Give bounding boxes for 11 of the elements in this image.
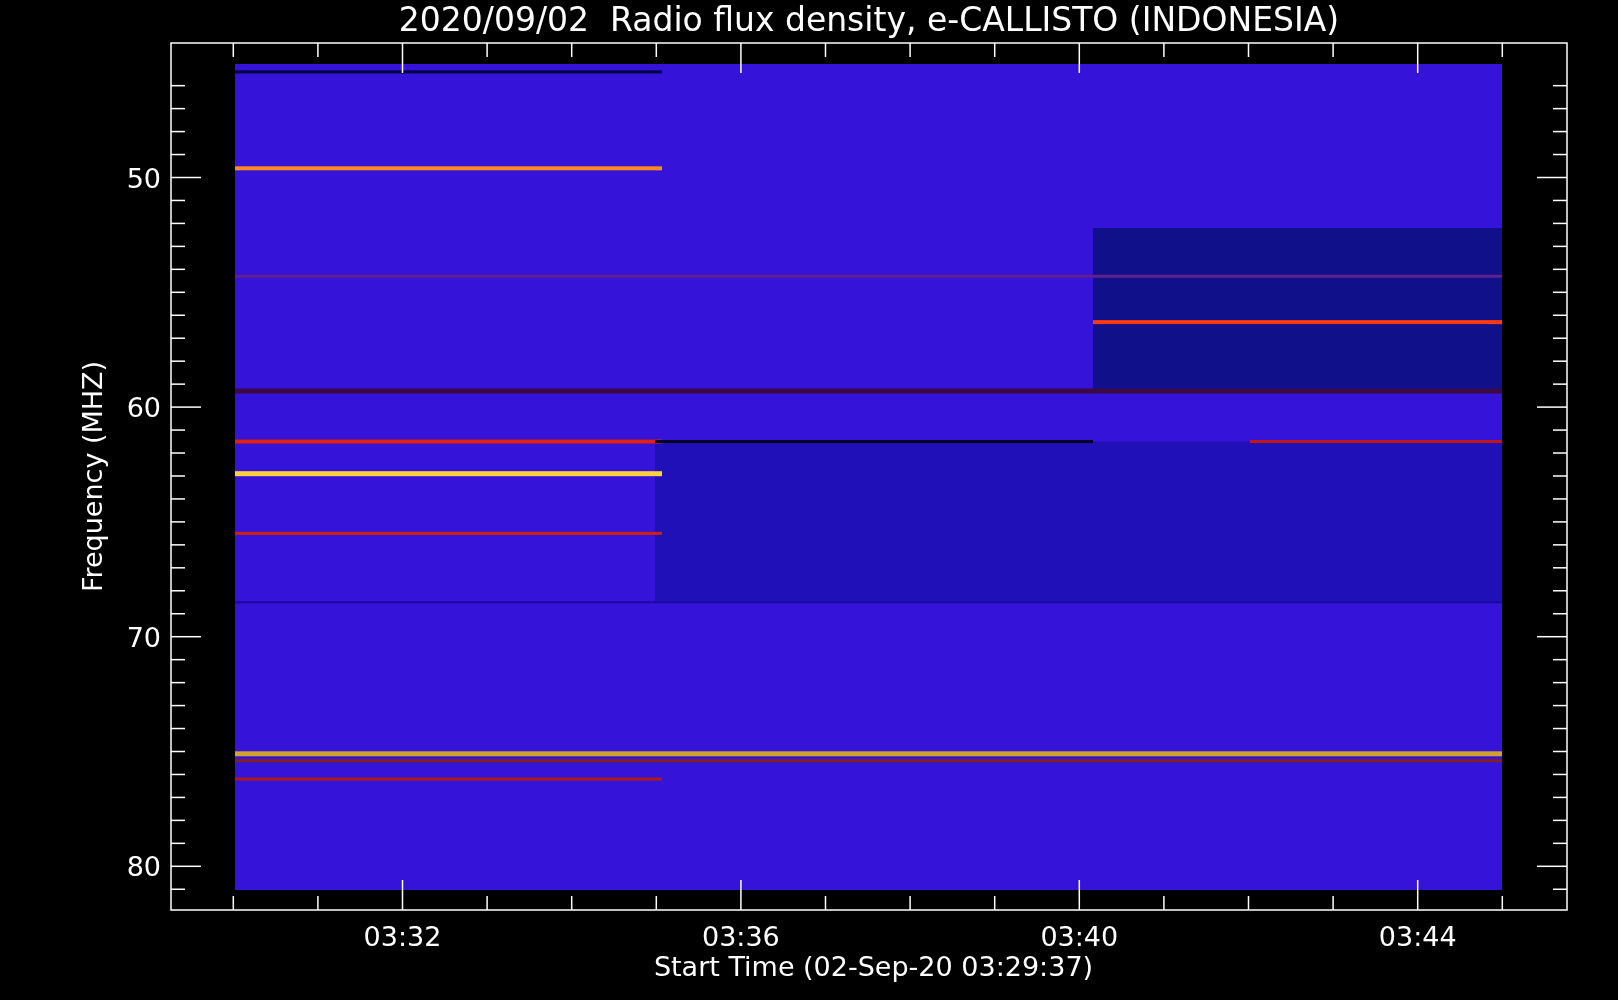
x-tick-label: 03:40	[1040, 921, 1119, 952]
y-tick-label: 50	[126, 162, 161, 194]
x-tick-label: 03:36	[702, 921, 780, 952]
y-tick-label: 80	[126, 851, 161, 883]
chart-title: 2020/09/02 Radio flux density, e-CALLISTO (INDONESIA)	[398, 0, 1340, 39]
y-axis-label: Frequency (MHZ)	[77, 360, 108, 593]
x-axis-label: Start Time (02-Sep-20 03:29:37)	[653, 951, 1094, 982]
y-tick-label: 60	[126, 392, 161, 424]
x-tick-label: 03:44	[1378, 921, 1457, 952]
x-tick-label: 03:32	[363, 921, 442, 952]
y-tick-label: 70	[126, 621, 161, 653]
